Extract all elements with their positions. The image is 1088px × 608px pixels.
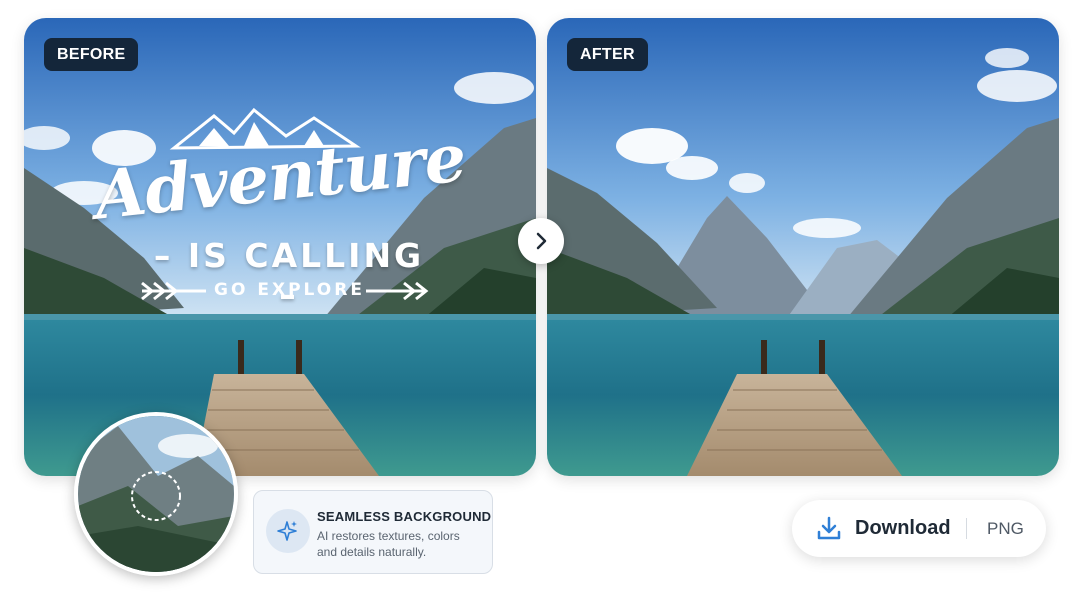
- after-image-panel: AFTER: [547, 18, 1059, 476]
- magnified-detail-image: [78, 416, 234, 572]
- before-image-panel: Adventure – IS CALLING – GO EXPLORE BEFO…: [24, 18, 536, 476]
- callout-description: AI restores textures, colors and details…: [317, 529, 460, 559]
- sparkle-icon: [277, 521, 297, 541]
- download-icon: [817, 516, 841, 540]
- compare-slider-handle[interactable]: [518, 218, 564, 264]
- before-badge: BEFORE: [44, 38, 139, 71]
- download-button[interactable]: Download PNG: [792, 500, 1046, 557]
- before-landscape-image: [24, 18, 536, 476]
- callout-title: SEAMLESS BACKGROUND: [317, 509, 492, 524]
- after-badge: AFTER: [567, 38, 648, 71]
- sparkle-icon-badge: [266, 509, 310, 553]
- download-separator: [966, 518, 967, 539]
- after-landscape-image: [547, 18, 1059, 476]
- chevron-right-icon: [536, 232, 547, 250]
- download-label: Download: [855, 517, 951, 539]
- download-format[interactable]: PNG: [987, 519, 1024, 539]
- zoom-magnifier: [74, 412, 238, 576]
- feature-callout-card: SEAMLESS BACKGROUND AI restores textures…: [253, 490, 493, 574]
